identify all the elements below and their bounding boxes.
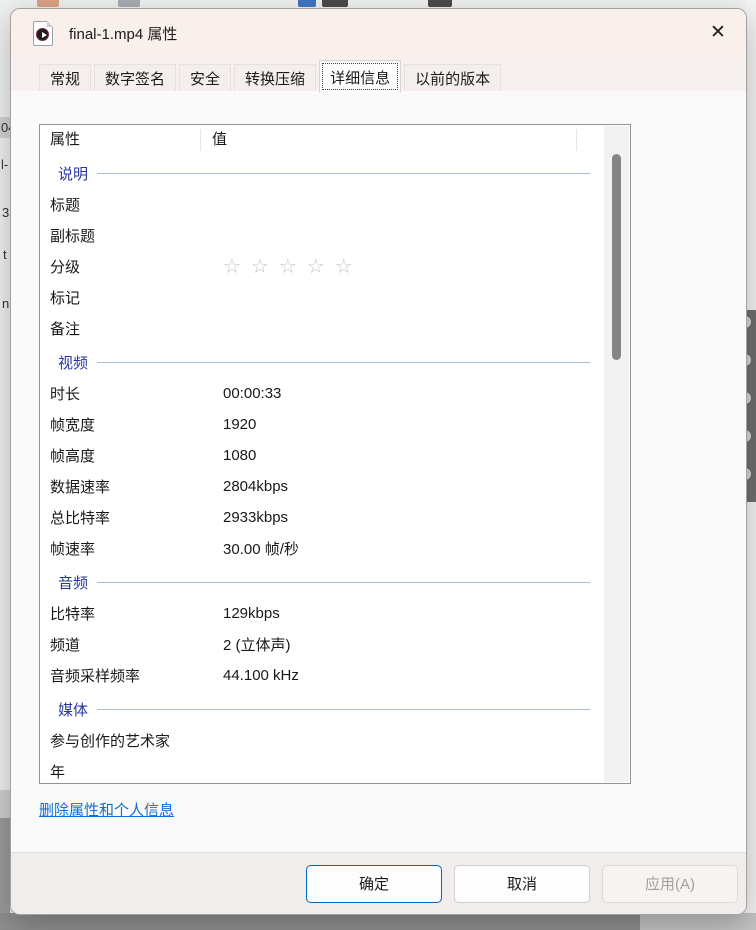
close-icon[interactable]: ✕ <box>696 11 740 53</box>
tab-security[interactable]: 安全 <box>179 64 231 91</box>
tab-convert-compress[interactable]: 转换压缩 <box>234 64 316 91</box>
section-divider <box>97 582 590 583</box>
property-value: 44.100 kHz <box>212 667 299 684</box>
background-icon-fragment <box>322 0 348 7</box>
properties-dialog: final-1.mp4 属性 ✕ 常规 数字签名 安全 转换压缩 详细信息 以前… <box>10 8 747 915</box>
property-value: 129kbps <box>212 605 280 622</box>
property-label: 标记 <box>40 287 212 308</box>
section-title: 媒体 <box>40 699 88 720</box>
background-text-fragment: 3 <box>2 205 9 220</box>
dialog-footer: 确定 取消 应用(A) <box>11 852 746 914</box>
section-divider <box>97 709 590 710</box>
tab-details[interactable]: 详细信息 <box>319 60 401 93</box>
apply-button[interactable]: 应用(A) <box>602 865 738 903</box>
list-scrollbar[interactable] <box>604 126 629 782</box>
property-value: 2933kbps <box>212 509 288 526</box>
property-label: 副标题 <box>40 225 212 246</box>
column-header-property[interactable]: 属性 <box>40 129 201 151</box>
dialog-title: final-1.mp4 属性 <box>69 23 177 44</box>
table-row[interactable]: 标题 <box>40 189 604 220</box>
background-text-fragment: l- <box>1 157 8 172</box>
property-label: 参与创作的艺术家 <box>40 730 212 751</box>
background-icon-fragment <box>118 0 140 7</box>
table-row[interactable]: 数据速率 2804kbps <box>40 471 604 502</box>
section-header-video: 视频 <box>40 347 604 378</box>
column-header-value[interactable]: 值 <box>201 129 577 151</box>
table-row[interactable]: 时长 00:00:33 <box>40 378 604 409</box>
table-row[interactable]: 副标题 <box>40 220 604 251</box>
remove-properties-link[interactable]: 删除属性和个人信息 <box>39 799 174 820</box>
ok-button[interactable]: 确定 <box>306 865 442 903</box>
background-icon-fragment <box>37 0 59 7</box>
section-divider <box>97 173 590 174</box>
table-row[interactable]: 帧速率 30.00 帧/秒 <box>40 533 604 564</box>
property-label: 分级 <box>40 256 212 277</box>
section-title: 说明 <box>40 163 88 184</box>
property-label: 备注 <box>40 318 212 339</box>
property-label: 频道 <box>40 634 212 655</box>
background-bottom-strip <box>0 913 640 930</box>
section-title: 视频 <box>40 352 88 373</box>
property-label: 帧速率 <box>40 538 212 559</box>
section-header-description: 说明 <box>40 158 604 189</box>
background-icon-fragment <box>428 0 452 7</box>
section-header-media: 媒体 <box>40 694 604 725</box>
section-divider <box>97 362 590 363</box>
background-left-fragment <box>0 790 10 818</box>
tab-general[interactable]: 常规 <box>39 64 91 91</box>
table-row[interactable]: 音频采样频率 44.100 kHz <box>40 660 604 691</box>
property-value: 30.00 帧/秒 <box>212 538 299 559</box>
background-text-fragment: n <box>2 296 9 311</box>
table-row[interactable]: 参与创作的艺术家 <box>40 725 604 756</box>
details-tab-page: 属性 值 说明 标题 副标题 <box>11 91 746 852</box>
table-row[interactable]: 帧宽度 1920 <box>40 409 604 440</box>
tab-digital-signatures[interactable]: 数字签名 <box>94 64 176 91</box>
property-label: 比特率 <box>40 603 212 624</box>
property-label: 音频采样频率 <box>40 665 212 686</box>
table-row[interactable]: 分级 ☆☆☆☆☆ <box>40 251 604 282</box>
property-label: 总比特率 <box>40 507 212 528</box>
property-label: 年 <box>40 761 212 782</box>
table-row[interactable]: 标记 <box>40 282 604 313</box>
background-bottom-strip <box>640 913 756 930</box>
tab-previous-versions[interactable]: 以前的版本 <box>404 64 501 91</box>
table-row[interactable]: 比特率 129kbps <box>40 598 604 629</box>
property-rows: 说明 标题 副标题 分级 ☆☆☆☆☆ 标记 <box>40 155 604 784</box>
titlebar[interactable]: final-1.mp4 属性 ✕ <box>11 9 746 57</box>
screen: 04 l- 3 t n final-1.mp4 属性 ✕ 常规 数字签名 安全 … <box>0 0 756 930</box>
background-text-fragment: t <box>3 247 7 262</box>
property-value: 2804kbps <box>212 478 288 495</box>
cancel-button[interactable]: 取消 <box>454 865 590 903</box>
property-value: 2 (立体声) <box>212 634 291 655</box>
property-value: 00:00:33 <box>212 385 281 402</box>
rating-stars[interactable]: ☆☆☆☆☆ <box>212 257 363 277</box>
tab-strip: 常规 数字签名 安全 转换压缩 详细信息 以前的版本 <box>11 57 746 91</box>
background-icon-fragment <box>298 0 316 7</box>
property-label: 时长 <box>40 383 212 404</box>
section-header-audio: 音频 <box>40 567 604 598</box>
video-file-icon <box>33 21 53 46</box>
property-label: 数据速率 <box>40 476 212 497</box>
property-value: 1080 <box>212 447 256 464</box>
table-row[interactable]: 频道 2 (立体声) <box>40 629 604 660</box>
list-header: 属性 值 <box>40 125 630 155</box>
section-title: 音频 <box>40 572 88 593</box>
properties-list[interactable]: 属性 值 说明 标题 副标题 <box>39 124 631 784</box>
property-value: 1920 <box>212 416 256 433</box>
property-label: 标题 <box>40 194 212 215</box>
property-label: 帧高度 <box>40 445 212 466</box>
table-row[interactable]: 总比特率 2933kbps <box>40 502 604 533</box>
scrollbar-thumb[interactable] <box>612 154 621 360</box>
background-left-fragment <box>0 818 10 913</box>
table-row[interactable]: 备注 <box>40 313 604 344</box>
property-label: 帧宽度 <box>40 414 212 435</box>
table-row[interactable]: 帧高度 1080 <box>40 440 604 471</box>
table-row[interactable]: 年 <box>40 756 604 784</box>
